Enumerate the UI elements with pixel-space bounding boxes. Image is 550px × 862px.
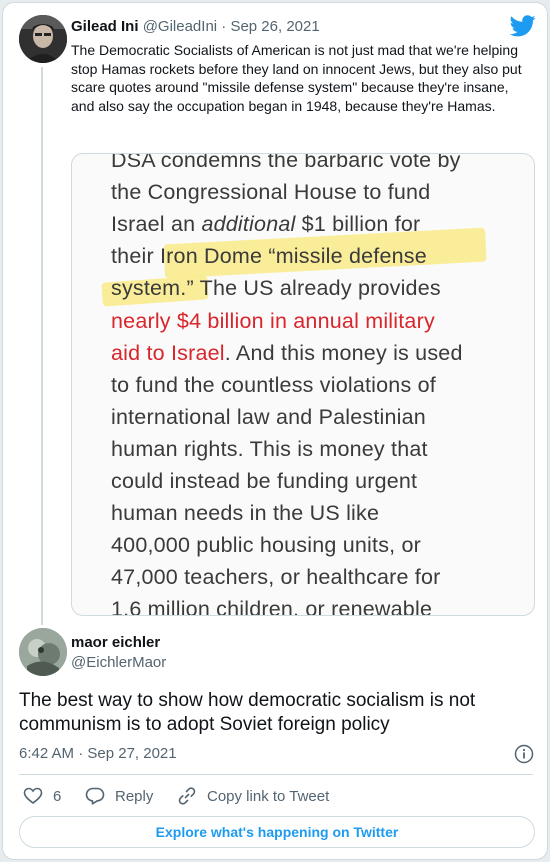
reply-button[interactable]: Reply: [85, 785, 153, 807]
reply-author-handle[interactable]: @EichlerMaor: [71, 654, 166, 672]
reply-tweet-text: The best way to show how democratic soci…: [19, 690, 476, 735]
embedded-tweet-card: Gilead Ini @GileadIni · Sep 26, 2021 The…: [2, 2, 548, 860]
avatar-maor-eichler[interactable]: [19, 628, 67, 676]
statement-line: Israel an additional $1 billion for: [111, 208, 420, 240]
copy-link-label: Copy link to Tweet: [207, 787, 330, 805]
parent-tweet-text: The Democratic Socialists of American is…: [71, 42, 522, 114]
statement-line: aid to Israel. And this money is used: [111, 337, 463, 369]
statement-text-run: the Congressional House to fund: [111, 180, 431, 205]
info-icon[interactable]: [514, 744, 534, 764]
reply-bubble-icon: [85, 787, 105, 805]
tweet-image-dsa-statement[interactable]: DSA condemns the barbaric vote by the Con…: [71, 153, 535, 616]
statement-text-run: system.” The US already provides: [111, 276, 441, 301]
statement-line: nearly $4 billion in annual military: [111, 305, 435, 337]
statement-text-run: could instead be funding urgent: [111, 469, 418, 493]
parent-author-meta[interactable]: @GileadIni · Sep 26, 2021: [143, 18, 320, 35]
statement-text-run: Israel an: [111, 212, 202, 237]
statement-line: international law and Palestinian: [111, 401, 426, 433]
thread-connector-line: [41, 67, 43, 625]
statement-line: DSA condemns the barbaric vote by: [111, 153, 461, 176]
parent-author-name[interactable]: Gilead Ini: [71, 18, 139, 35]
avatar-gilead-ini[interactable]: [19, 15, 67, 63]
like-count: 6: [53, 787, 62, 805]
statement-line: their Iron Dome “missile defense: [111, 240, 427, 272]
copy-link-button[interactable]: Copy link to Tweet: [177, 785, 329, 807]
statement-line: 47,000 teachers, or healthcare for: [111, 561, 441, 593]
statement-line: human needs in the US like: [111, 497, 379, 529]
statement-text-run: DSA condemns the barbaric vote by: [111, 153, 461, 172]
heart-icon: [23, 787, 43, 805]
statement-text-run: . And this money is used: [224, 340, 463, 365]
parent-tweet-header: Gilead Ini @GileadIni · Sep 26, 2021: [71, 17, 320, 37]
statement-text-run: aid to Israel: [111, 340, 225, 365]
statement-text-run: their Iron Dome “missile defense: [111, 244, 427, 269]
statement-line: 400,000 public housing units, or: [111, 529, 421, 561]
reply-label: Reply: [115, 787, 154, 805]
statement-text-run: human needs in the US like: [111, 501, 380, 526]
statement-text-run: human rights. This is money that: [111, 436, 428, 461]
reply-timestamp[interactable]: 6:42 AM · Sep 27, 2021: [19, 745, 177, 763]
statement-line: 1.6 million children, or renewable: [111, 593, 433, 616]
statement-text-run: nearly $4 billion in annual military: [111, 308, 435, 333]
explore-twitter-button[interactable]: Explore what's happening on Twitter: [19, 816, 535, 848]
like-button[interactable]: 6: [23, 785, 61, 807]
link-icon: [178, 787, 196, 805]
twitter-bird-icon[interactable]: [510, 15, 536, 37]
statement-line: could instead be funding urgent: [111, 465, 417, 497]
statement-text-run: 400,000 public housing units, or: [111, 533, 422, 558]
statement-line: to fund the countless violations of: [111, 369, 436, 401]
statement-text-run: 47,000 teachers, or healthcare for: [111, 565, 441, 590]
statement-text-run: international law and Palestinian: [111, 404, 426, 429]
statement-text-run: to fund the countless violations of: [111, 372, 436, 397]
statement-text-run: 1.6 million children, or renewable: [111, 597, 433, 616]
statement-line: human rights. This is money that: [111, 433, 428, 465]
statement-text-run: additional: [201, 212, 296, 237]
statement-line: the Congressional House to fund: [111, 176, 430, 208]
reply-author-name[interactable]: maor eichler: [71, 634, 160, 652]
action-divider: [19, 774, 533, 775]
statement-line: system.” The US already provides: [111, 272, 441, 304]
statement-text-run: $1 billion for: [295, 212, 421, 237]
